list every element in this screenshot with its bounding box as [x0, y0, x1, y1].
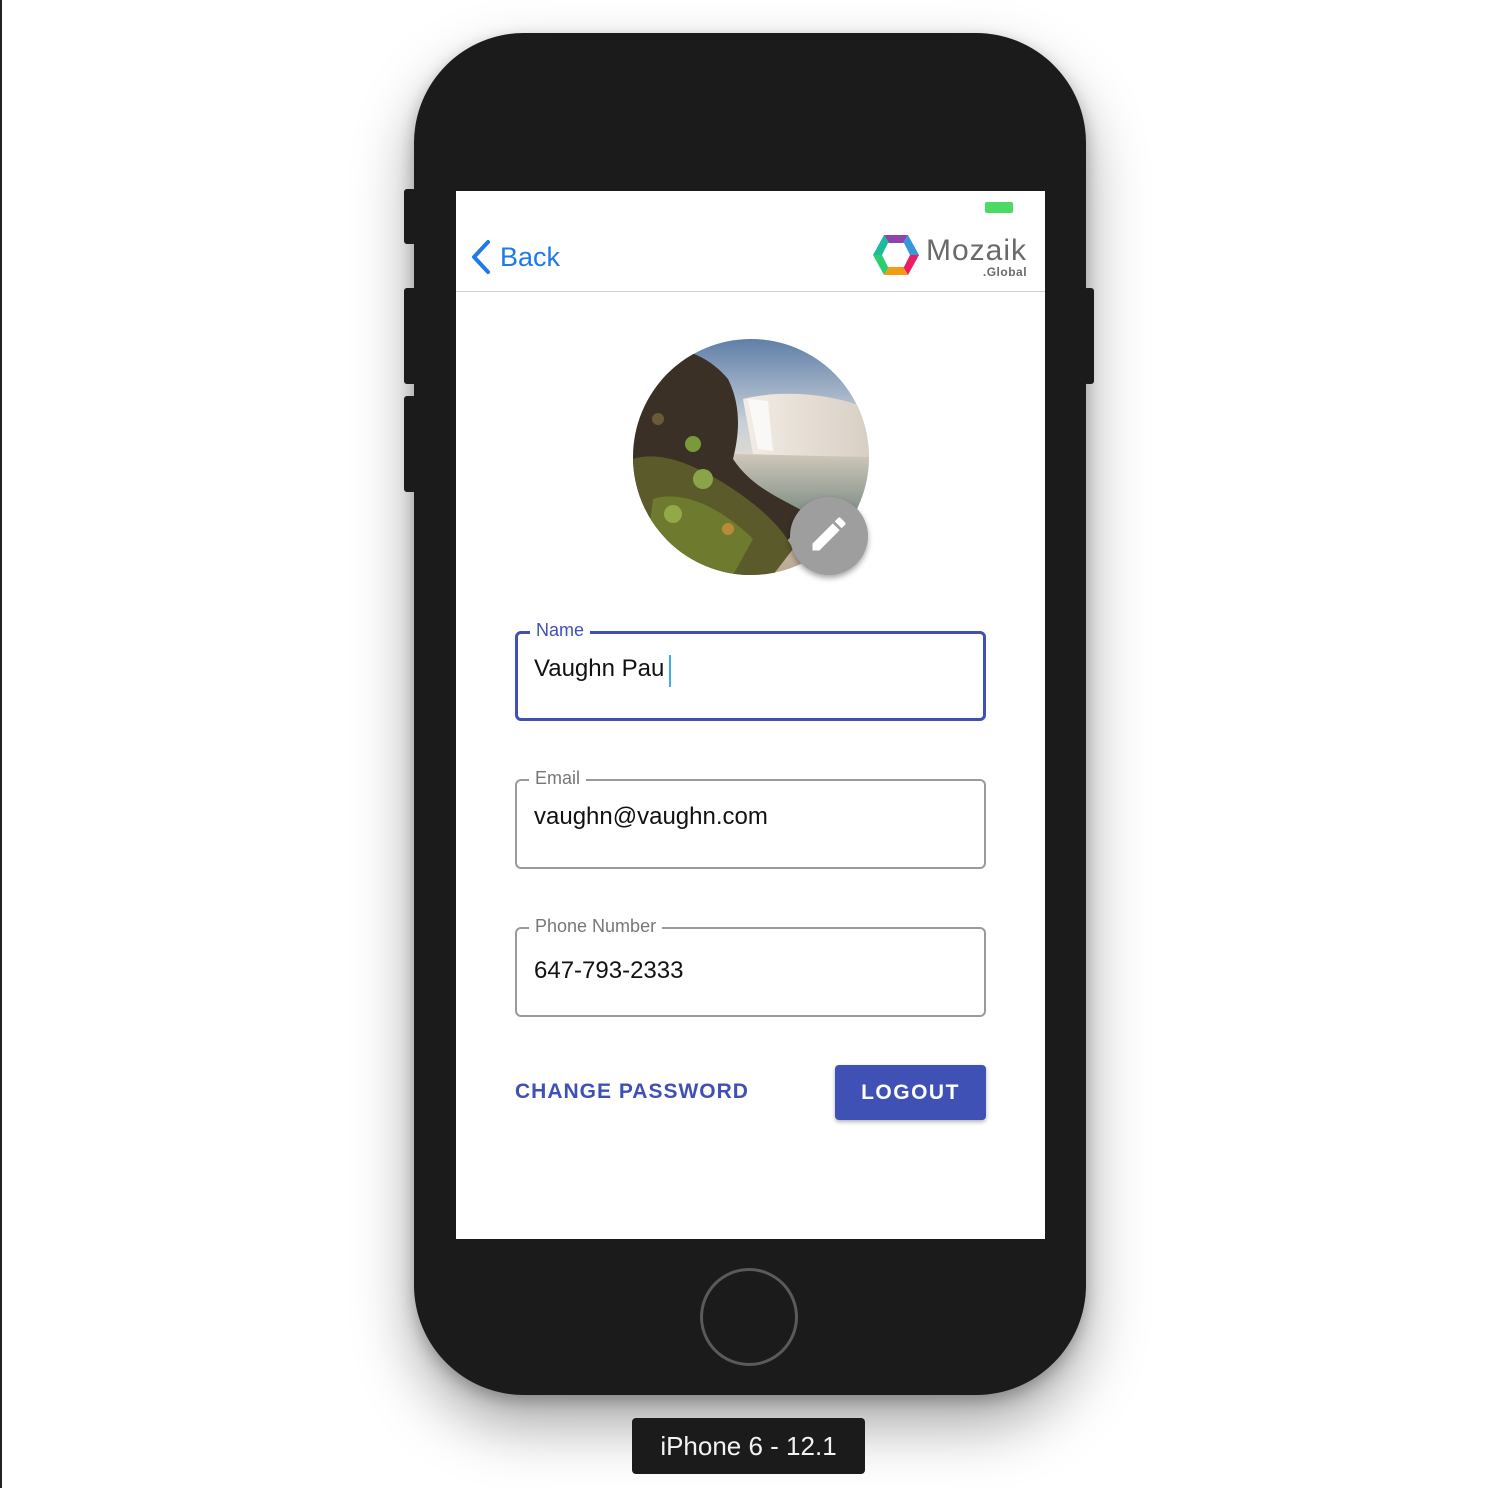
phone-input[interactable] — [534, 951, 964, 991]
back-button[interactable]: Back — [470, 237, 560, 277]
logo-wordmark: Mozaik — [926, 234, 1028, 267]
mozaik-hexagon-logo-icon — [872, 233, 920, 282]
change-password-button[interactable]: CHANGE PASSWORD — [515, 1077, 749, 1107]
edit-avatar-button[interactable] — [790, 497, 868, 575]
mute-switch — [404, 189, 416, 244]
mozaik-logo: Mozaik .Global — [872, 233, 1027, 281]
name-field-label: Name — [530, 620, 591, 641]
volume-down-button — [404, 396, 416, 492]
window-left-edge — [0, 0, 2, 1488]
email-input[interactable] — [534, 797, 964, 837]
power-button — [1084, 288, 1094, 384]
logo-suffix: .Global — [982, 265, 1028, 279]
home-button[interactable] — [700, 1268, 798, 1366]
chevron-left-icon — [470, 239, 492, 275]
pencil-icon — [807, 512, 851, 561]
name-field[interactable]: Name — [515, 620, 986, 721]
app-screen: Back Mozaik .Global Name Vaughn Pau Emai… — [456, 191, 1045, 1239]
text-caret — [669, 655, 671, 687]
email-field-label: Email — [529, 768, 587, 789]
phone-field-label: Phone Number — [529, 916, 663, 937]
name-input[interactable] — [534, 649, 964, 689]
email-field[interactable]: Email — [515, 768, 986, 869]
back-label: Back — [500, 241, 561, 272]
volume-up-button — [404, 288, 416, 384]
simulator-device-label: iPhone 6 - 12.1 — [632, 1418, 865, 1474]
phone-field[interactable]: Phone Number — [515, 916, 986, 1017]
navigation-bar: Back Mozaik .Global — [456, 191, 1045, 292]
logout-button[interactable]: LOGOUT — [835, 1065, 986, 1120]
